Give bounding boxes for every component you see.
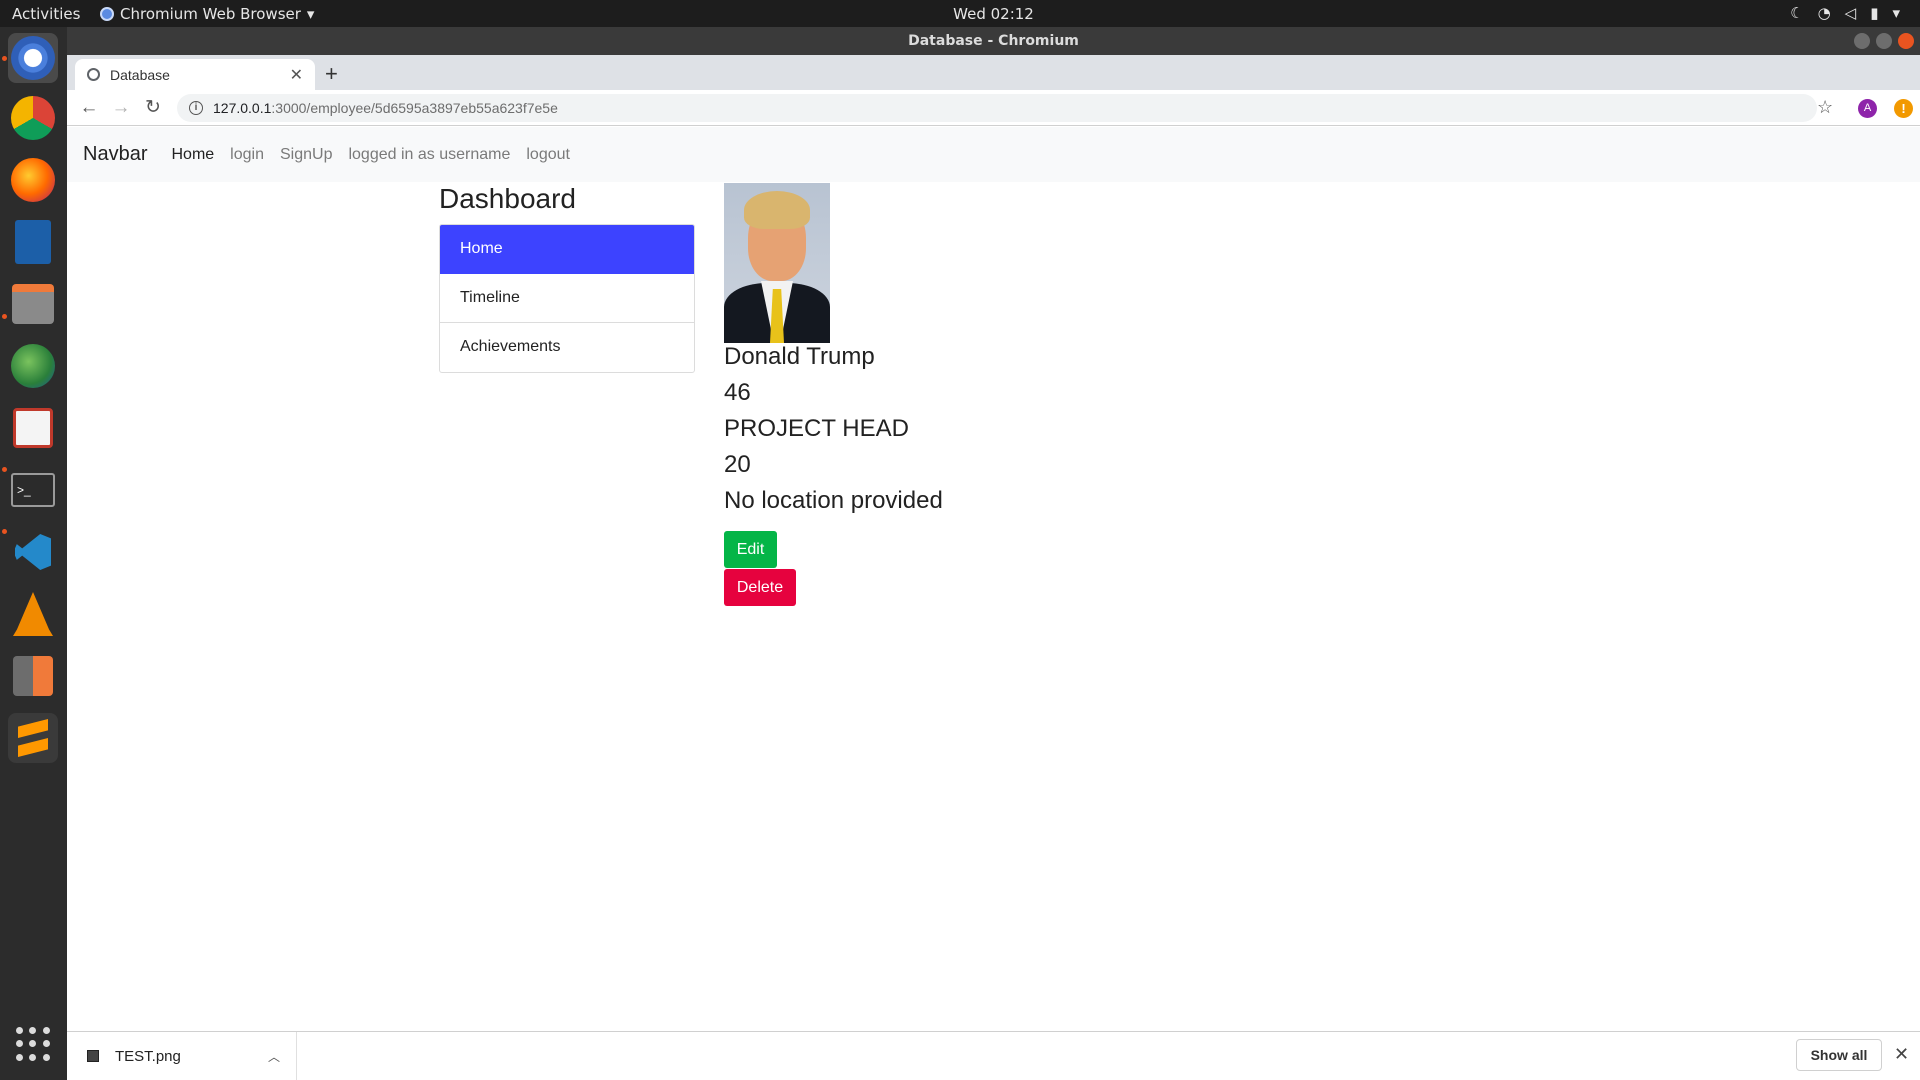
download-item[interactable]: TEST.png ︿ xyxy=(67,1032,297,1080)
menu-item-timeline[interactable]: Timeline xyxy=(440,274,694,323)
nav-logout[interactable]: logout xyxy=(526,146,570,164)
tab-title: Database xyxy=(110,66,170,83)
profile-avatar[interactable]: A xyxy=(1858,99,1877,118)
dock-globe[interactable] xyxy=(8,341,58,391)
dock-vscode[interactable] xyxy=(8,527,58,577)
tab-strip: Database ✕ + xyxy=(67,55,1920,90)
vscode-icon xyxy=(15,534,51,570)
running-indicator xyxy=(2,314,7,319)
info-icon[interactable]: i xyxy=(189,101,203,115)
reload-button[interactable]: ↻ xyxy=(141,96,165,120)
window-title: Database - Chromium xyxy=(908,33,1079,49)
delete-button[interactable]: Delete xyxy=(724,569,796,606)
download-filename: TEST.png xyxy=(115,1047,181,1065)
dashboard-menu: Home Timeline Achievements xyxy=(439,224,695,373)
url-path: :3000/employee/5d6595a3897eb55a623f7e5e xyxy=(271,100,558,116)
update-alert-icon[interactable]: ! xyxy=(1894,99,1913,118)
battery-icon: ▮ xyxy=(1870,4,1879,22)
minimize-button[interactable] xyxy=(1854,33,1870,49)
tab-database[interactable]: Database ✕ xyxy=(75,59,315,90)
address-bar[interactable]: i 127.0.0.1:3000/employee/5d6595a3897eb5… xyxy=(177,94,1817,122)
web-page: Navbar Home login SignUp logged in as us… xyxy=(67,127,1920,1031)
dock-writer[interactable] xyxy=(8,217,58,267)
window-close-button[interactable] xyxy=(1898,33,1914,49)
chromium-icon xyxy=(11,36,55,80)
running-indicator xyxy=(2,467,7,472)
globe-icon xyxy=(87,68,100,81)
wifi-icon: ◔ xyxy=(1817,4,1831,22)
dock-chromium[interactable] xyxy=(8,33,58,83)
document-icon xyxy=(15,220,51,264)
files-icon xyxy=(12,284,54,324)
employee-photo xyxy=(724,183,830,343)
close-tab-icon[interactable]: ✕ xyxy=(290,65,303,85)
image-file-icon xyxy=(87,1050,99,1062)
navbar-brand[interactable]: Navbar xyxy=(83,143,147,166)
vlc-icon xyxy=(13,592,53,636)
clock[interactable]: Wed 02:12 xyxy=(0,5,1920,23)
pdf-icon xyxy=(13,408,53,448)
show-applications-icon[interactable] xyxy=(16,1027,50,1061)
nav-logged-in-user[interactable]: logged in as username xyxy=(348,146,510,164)
dock-pdf-viewer[interactable] xyxy=(8,403,58,453)
chevron-up-icon[interactable]: ︿ xyxy=(268,1048,280,1065)
employee-name: Donald Trump xyxy=(724,343,875,370)
back-button[interactable]: ← xyxy=(77,96,101,120)
dock-terminal[interactable]: >_ xyxy=(8,465,58,515)
download-bar: TEST.png ︿ Show all ✕ xyxy=(67,1031,1920,1080)
close-download-bar-icon[interactable]: ✕ xyxy=(1894,1044,1909,1065)
employee-location: No location provided xyxy=(724,487,943,514)
globe-icon xyxy=(11,344,55,388)
dock-vlc[interactable] xyxy=(8,589,58,639)
url-host: 127.0.0.1 xyxy=(213,100,272,116)
dock-calculator[interactable] xyxy=(8,651,58,701)
running-indicator xyxy=(2,529,7,534)
edit-button[interactable]: Edit xyxy=(724,531,777,568)
show-all-button[interactable]: Show all xyxy=(1796,1039,1882,1071)
system-top-bar: Activities Chromium Web Browser ▾ Wed 02… xyxy=(0,0,1920,27)
sublime-icon xyxy=(18,719,48,757)
volume-icon: ◁ xyxy=(1844,4,1857,22)
window-title-bar: Database - Chromium xyxy=(67,27,1920,55)
calculator-icon xyxy=(13,656,53,696)
bookmark-star-icon[interactable]: ☆ xyxy=(1817,97,1833,118)
dashboard-title: Dashboard xyxy=(439,183,576,214)
nav-signup[interactable]: SignUp xyxy=(280,146,332,164)
menu-item-home[interactable]: Home xyxy=(440,225,694,274)
dock-files[interactable] xyxy=(8,279,58,329)
firefox-icon xyxy=(11,158,55,202)
nav-home[interactable]: Home xyxy=(171,146,214,164)
employee-age: 46 xyxy=(724,379,751,406)
dock-chrome[interactable] xyxy=(8,93,58,143)
site-navbar: Navbar Home login SignUp logged in as us… xyxy=(67,127,1920,182)
new-tab-button[interactable]: + xyxy=(325,61,338,87)
dock: >_ xyxy=(0,27,67,1080)
system-tray[interactable]: ☾ ◔ ◁ ▮ ▾ xyxy=(1790,4,1900,22)
employee-role: PROJECT HEAD xyxy=(724,415,909,442)
menu-item-achievements[interactable]: Achievements xyxy=(440,323,694,372)
chrome-icon xyxy=(11,96,55,140)
running-indicator xyxy=(2,56,7,61)
employee-experience: 20 xyxy=(724,451,751,478)
dock-sublime[interactable] xyxy=(8,713,58,763)
dock-firefox[interactable] xyxy=(8,155,58,205)
chevron-down-icon: ▾ xyxy=(1892,4,1900,22)
moon-icon: ☾ xyxy=(1790,4,1804,22)
forward-button[interactable]: → xyxy=(109,96,133,120)
terminal-icon: >_ xyxy=(11,473,55,507)
nav-login[interactable]: login xyxy=(230,146,264,164)
browser-toolbar: ← → ↻ i 127.0.0.1:3000/employee/5d6595a3… xyxy=(67,90,1920,126)
maximize-button[interactable] xyxy=(1876,33,1892,49)
